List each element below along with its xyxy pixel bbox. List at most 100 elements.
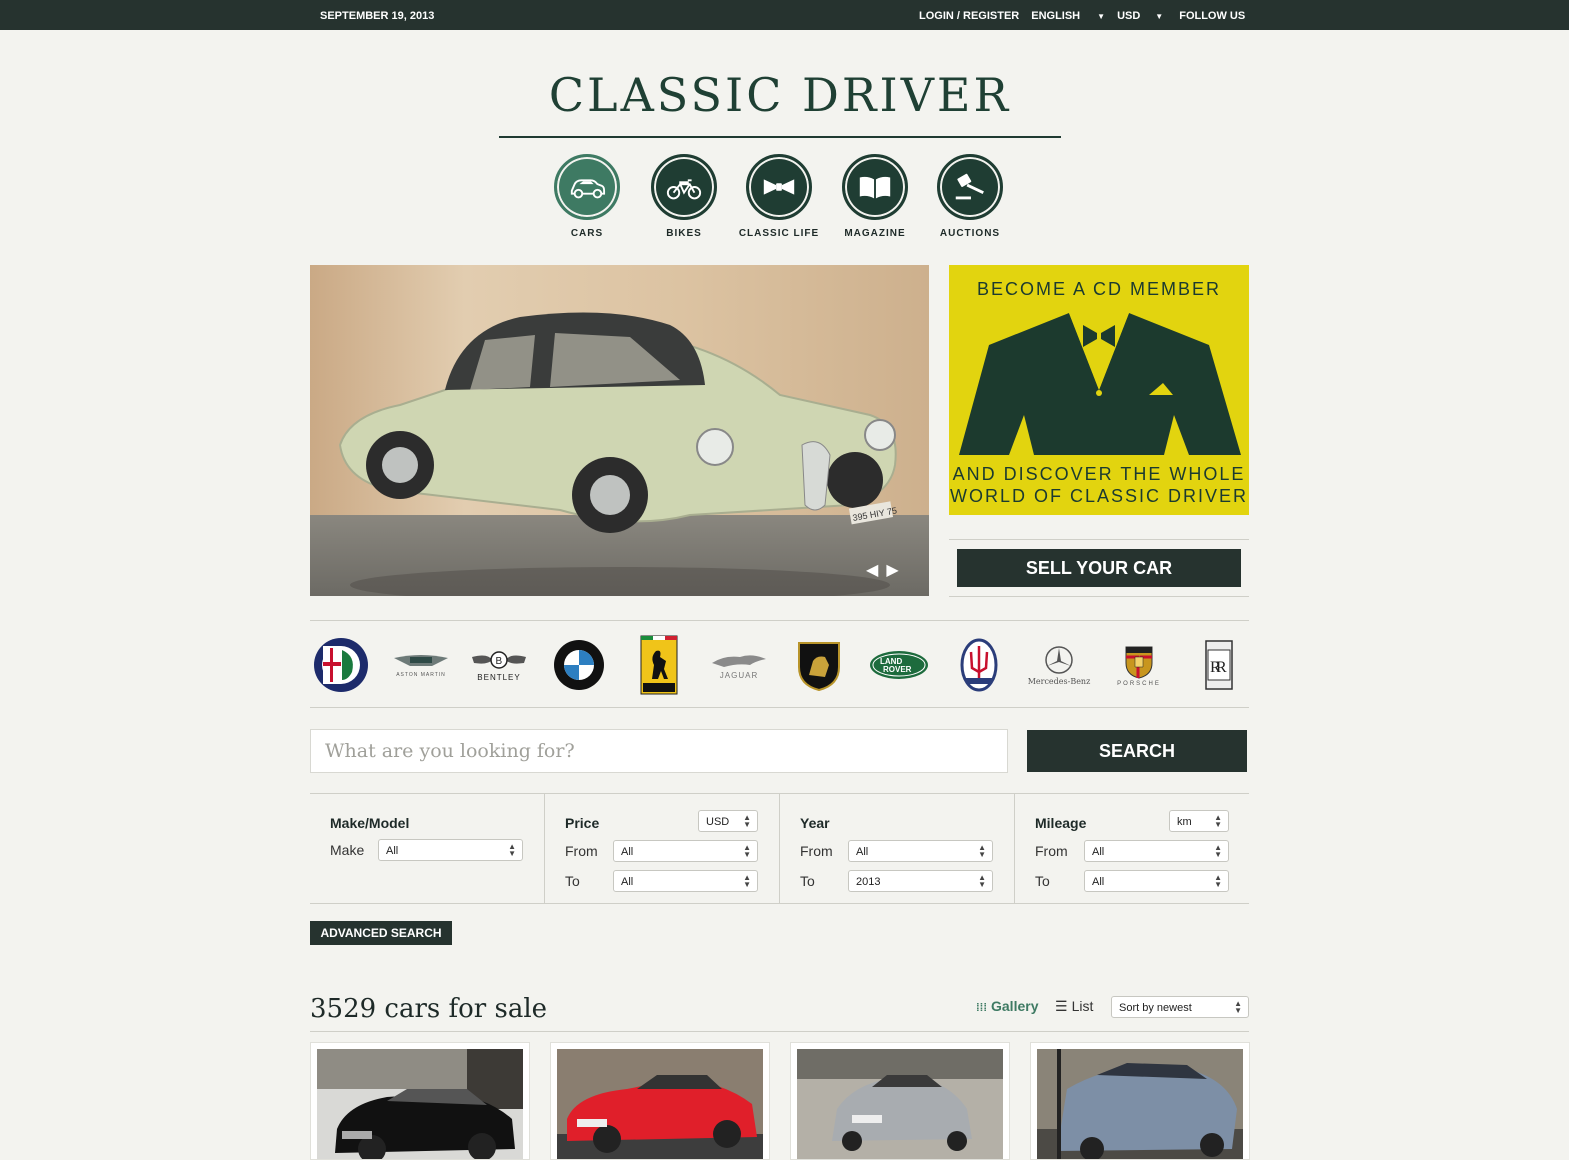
nav-label: MAGAZINE	[844, 228, 906, 239]
bowtie-icon	[746, 154, 812, 220]
language-selector[interactable]: ENGLISH ▼	[1031, 10, 1105, 22]
divider	[310, 620, 1249, 621]
ferrari-logo-icon	[640, 635, 678, 695]
next-arrow-icon[interactable]: ▶	[886, 560, 898, 580]
brand-land-rover[interactable]: LAND ROVER	[866, 632, 932, 698]
classic-car-image: 395 HIY 75	[338, 312, 898, 596]
nav-magazine[interactable]: MAGAZINE	[825, 154, 925, 239]
listing-card[interactable]	[790, 1042, 1010, 1160]
brand-aston-martin[interactable]: ASTON MARTIN	[388, 632, 454, 698]
brand-ferrari[interactable]	[626, 632, 692, 698]
brand-rolls-royce[interactable]: RR	[1186, 632, 1252, 698]
brand-caption: Mercedes-Benz	[1027, 676, 1091, 686]
mileage-to-select[interactable]: All ▲ ▼	[1084, 870, 1229, 892]
divider	[949, 596, 1249, 597]
brand-bentley[interactable]: B BENTLEY	[466, 632, 532, 698]
list-view-toggle[interactable]: ☰ List	[1055, 998, 1093, 1015]
member-banner-line2: AND DISCOVER THE WHOLE	[952, 464, 1246, 484]
svg-text:R: R	[1216, 659, 1227, 676]
alfa-romeo-logo-icon	[314, 638, 368, 692]
listing-card-image	[317, 1049, 523, 1159]
listing-card[interactable]	[1030, 1042, 1250, 1160]
nav-cars[interactable]: CARS	[537, 154, 637, 239]
price-to-value: All	[621, 876, 634, 888]
current-date: SEPTEMBER 19, 2013	[320, 10, 435, 22]
year-to-label: To	[800, 873, 815, 889]
currency-selector[interactable]: USD ▼	[1117, 10, 1163, 22]
filter-title-make-model: Make/Model	[330, 815, 410, 831]
bentley-logo-icon: B	[472, 650, 526, 669]
nav-classic-life[interactable]: CLASSIC LIFE	[729, 154, 829, 239]
nav-bikes[interactable]: BIKES	[634, 154, 734, 239]
tuxedo-icon	[959, 313, 1241, 455]
divider	[310, 707, 1249, 708]
brand-maserati[interactable]	[946, 632, 1012, 698]
search-button[interactable]: SEARCH	[1027, 730, 1247, 772]
member-banner-line3: WORLD OF CLASSIC DRIVER	[949, 486, 1249, 506]
logo-divider	[499, 136, 1061, 138]
make-label: Make	[330, 842, 365, 858]
maserati-logo-icon	[960, 638, 998, 692]
chevron-down-icon: ▼	[1155, 12, 1164, 21]
year-from-label: From	[800, 843, 833, 859]
chevron-down-icon: ▼	[1097, 12, 1106, 21]
member-banner[interactable]: BECOME A CD MEMBER AND DISCOVER THE WHOL…	[949, 265, 1249, 515]
select-arrows-icon: ▲ ▼	[1234, 999, 1242, 1015]
svg-text:B: B	[496, 656, 503, 667]
price-from-value: All	[621, 846, 634, 858]
year-from-select[interactable]: All ▲ ▼	[848, 840, 993, 862]
price-from-select[interactable]: All ▲ ▼	[613, 840, 758, 862]
mileage-unit-select[interactable]: km ▲ ▼	[1169, 810, 1229, 832]
select-arrows-icon: ▲ ▼	[743, 843, 751, 859]
brand-porsche[interactable]: PORSCHE	[1106, 632, 1172, 698]
mileage-from-select[interactable]: All ▲ ▼	[1084, 840, 1229, 862]
prev-arrow-icon[interactable]: ◀	[866, 560, 878, 580]
grid-icon: ⁞⁞⁞	[976, 1002, 987, 1014]
brand-alfa-romeo[interactable]	[308, 632, 374, 698]
top-bar-links: LOGIN / REGISTER ENGLISH ▼ USD ▼ FOLLOW US	[919, 10, 1245, 22]
listing-card[interactable]	[310, 1042, 530, 1160]
lamborghini-logo-icon	[798, 642, 840, 691]
select-arrows-icon: ▲ ▼	[743, 873, 751, 889]
listing-count: 3529 cars for sale	[310, 994, 548, 1024]
search-input[interactable]	[310, 729, 1008, 773]
brand-caption: JAGUAR	[719, 670, 759, 680]
site-logo[interactable]: CLASSIC DRIVER	[499, 68, 1061, 122]
brand-jaguar[interactable]: JAGUAR	[706, 632, 772, 698]
nav-auctions[interactable]: AUCTIONS	[920, 154, 1020, 239]
mileage-unit-value: km	[1177, 816, 1192, 828]
divider	[949, 539, 1249, 540]
price-to-select[interactable]: All ▲ ▼	[613, 870, 758, 892]
login-register-link[interactable]: LOGIN / REGISTER	[919, 10, 1019, 22]
hero-slideshow[interactable]: 395 HIY 75	[310, 265, 929, 596]
sort-select[interactable]: Sort by newest ▲ ▼	[1111, 996, 1249, 1018]
make-select[interactable]: All ▲ ▼	[378, 839, 523, 861]
listing-card[interactable]	[550, 1042, 770, 1160]
currency-label: USD	[1117, 10, 1141, 22]
jaguar-logo-icon	[712, 654, 766, 667]
sell-your-car-button[interactable]: SELL YOUR CAR	[957, 549, 1241, 587]
select-arrows-icon: ▲ ▼	[1214, 813, 1222, 829]
nav-label: BIKES	[666, 228, 702, 239]
brand-mercedes-benz[interactable]: Mercedes-Benz	[1026, 632, 1092, 698]
select-arrows-icon: ▲ ▼	[508, 842, 516, 858]
divider	[1014, 793, 1015, 903]
brand-lamborghini[interactable]	[786, 632, 852, 698]
make-select-value: All	[386, 845, 399, 857]
nav-label: CARS	[570, 228, 604, 239]
price-currency-select[interactable]: USD ▲ ▼	[698, 810, 758, 832]
year-to-select[interactable]: 2013 ▲ ▼	[848, 870, 993, 892]
select-arrows-icon: ▲ ▼	[978, 843, 986, 859]
aston-martin-logo-icon	[394, 655, 448, 666]
brand-caption: ASTON MARTIN	[396, 672, 446, 678]
follow-us-link[interactable]: FOLLOW US	[1179, 10, 1245, 22]
bmw-logo-icon	[554, 640, 604, 690]
gallery-view-toggle[interactable]: ⁞⁞⁞ Gallery	[976, 998, 1038, 1014]
divider	[310, 903, 1249, 904]
advanced-search-button[interactable]: ADVANCED SEARCH	[310, 921, 452, 945]
language-label: ENGLISH	[1031, 10, 1081, 22]
brand-bmw[interactable]	[546, 632, 612, 698]
divider	[310, 1031, 1249, 1032]
svg-text:ROVER: ROVER	[883, 665, 912, 674]
book-icon	[842, 154, 908, 220]
